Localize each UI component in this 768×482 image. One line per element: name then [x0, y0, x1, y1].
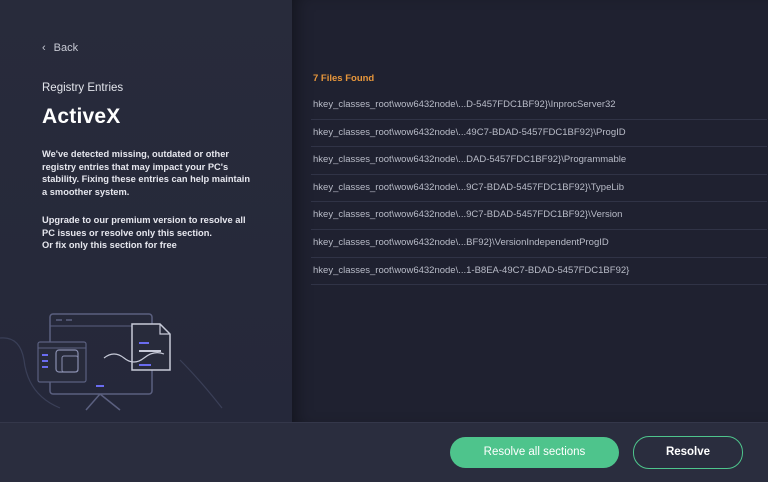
registry-entry: hkey_classes_root\wow6432node\...DAD-545…: [311, 147, 767, 175]
files-found-label: 7 Files Found: [313, 73, 375, 84]
upgrade-text: Upgrade to our premium version to resolv…: [42, 214, 257, 252]
upgrade-line-3: Or fix only this section for free: [42, 240, 177, 250]
resolve-all-sections-button[interactable]: Resolve all sections: [450, 437, 619, 468]
computer-document-illustration: [0, 313, 223, 411]
registry-entry: hkey_classes_root\wow6432node\...9C7-BDA…: [311, 202, 767, 230]
registry-entry: hkey_classes_root\wow6432node\...1-B8EA-…: [311, 258, 767, 286]
registry-entry-list: hkey_classes_root\wow6432node\...D-5457F…: [311, 92, 767, 286]
section-label: Registry Entries: [42, 82, 124, 94]
left-panel: ‹ Back Registry Entries ActiveX We've de…: [0, 0, 292, 422]
upgrade-line-1: Upgrade to our premium version to resolv…: [42, 215, 246, 225]
registry-entry: hkey_classes_root\wow6432node\...9C7-BDA…: [311, 175, 767, 203]
upgrade-line-2: PC issues or resolve only this section.: [42, 227, 212, 238]
chevron-left-icon: ‹: [42, 42, 46, 54]
registry-entry: hkey_classes_root\wow6432node\...49C7-BD…: [311, 120, 767, 148]
back-label: Back: [53, 42, 79, 54]
description-text: We've detected missing, outdated or othe…: [42, 149, 251, 197]
resolve-button[interactable]: Resolve: [633, 436, 743, 469]
registry-entry: hkey_classes_root\wow6432node\...BF92}\V…: [311, 230, 767, 258]
back-link[interactable]: ‹ Back: [42, 42, 78, 54]
registry-entry: hkey_classes_root\wow6432node\...D-5457F…: [311, 92, 767, 120]
page-title: ActiveX: [42, 105, 121, 128]
